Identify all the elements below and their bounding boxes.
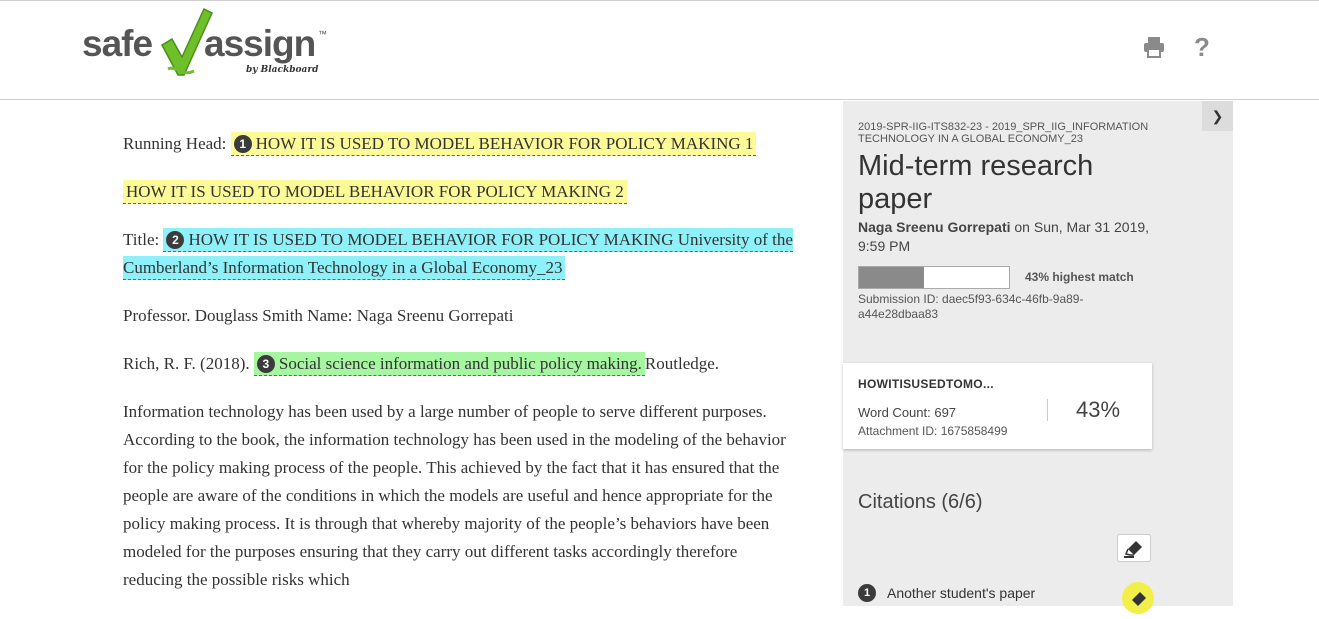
match-highlight-1b[interactable]: HOW IT IS USED TO MODEL BEHAVIOR FOR POL… — [123, 180, 627, 204]
match-progress-fill — [859, 267, 924, 288]
author-name: Naga Sreenu Gorrepati — [858, 219, 1011, 235]
title-label: Title: — [123, 230, 160, 249]
match-text-2: HOW IT IS USED TO MODEL BEHAVIOR FOR POL… — [123, 230, 793, 277]
toggle-highlights-button[interactable] — [1117, 534, 1151, 562]
match-highlight-3[interactable]: 3 Social science information and public p… — [253, 352, 645, 376]
logo-subtitle: by Blackboard — [246, 65, 319, 75]
match-highlight-1[interactable]: 1 HOW IT IS USED TO MODEL BEHAVIOR FOR PO… — [230, 132, 757, 156]
citation-highlight-button[interactable] — [1122, 582, 1154, 614]
professor-line: Professor. Douglass Smith Name: Naga Sre… — [123, 306, 514, 325]
attachment-id: Attachment ID: 1675858499 — [858, 424, 1008, 438]
match-text-3: Social science information and public po… — [278, 354, 642, 373]
word-count: Word Count: 697 — [858, 405, 957, 420]
collapse-panel-button[interactable]: ❯ — [1202, 101, 1233, 131]
attachment-card[interactable]: HOWITISUSEDTOMO... Word Count: 697 Attac… — [843, 363, 1152, 449]
document-viewer: Running Head: 1 HOW IT IS USED TO MODEL B… — [123, 130, 793, 614]
logo-text-left: safe — [82, 23, 153, 64]
reference-prefix: Rich, R. F. (2018). — [123, 354, 250, 373]
highlighter-icon — [1132, 592, 1146, 606]
match-number-3: 3 — [256, 355, 275, 373]
submission-id: Submission ID: daec5f93-634c-46fb-9a89-a… — [858, 292, 1084, 321]
citations-heading: Citations (6/6) — [858, 491, 983, 513]
heading-line-2: HOW IT IS USED TO MODEL BEHAVIOR FOR POL… — [123, 178, 793, 206]
highest-match-label: 43% highest match — [1025, 270, 1134, 284]
reference-line: Rich, R. F. (2018). 3 Social science info… — [123, 350, 793, 378]
logo-text-right: assign — [204, 23, 316, 64]
match-progress-bar — [858, 266, 1010, 289]
chevron-right-icon: ❯ — [1211, 108, 1224, 124]
match-text-1: HOW IT IS USED TO MODEL BEHAVIOR FOR POL… — [255, 134, 754, 153]
course-name: 2019-SPR-IIG-ITS832-23 - 2019_SPR_IIG_IN… — [858, 121, 1149, 145]
match-highlight-2[interactable]: 2 HOW IT IS USED TO MODEL BEHAVIOR FOR PO… — [123, 228, 793, 280]
print-button[interactable] — [1140, 33, 1168, 61]
author-line: Naga Sreenu Gorrepati on Sun, Mar 31 201… — [858, 218, 1158, 256]
highlighter-icon — [1124, 541, 1142, 558]
reference-suffix: Routledge. — [644, 354, 720, 373]
title-line: Title: 2 HOW IT IS USED TO MODEL BEHAVIOR… — [123, 226, 793, 282]
citation-number-1: 1 — [858, 584, 876, 602]
running-head-label: Running Head: — [123, 134, 227, 153]
top-bar: safe assign ™ by Blackboard ? — [0, 0, 1319, 100]
printer-icon — [1144, 37, 1164, 58]
citation-source-label[interactable]: Another student's paper — [887, 585, 1035, 601]
body-paragraph: Information technology has been used by … — [123, 402, 786, 589]
attachment-name: HOWITISUSEDTOMO... — [858, 377, 994, 391]
match-number-2: 2 — [166, 231, 185, 249]
card-divider — [1047, 399, 1048, 421]
help-button[interactable]: ? — [1188, 33, 1216, 61]
attachment-match-percent: 43% — [1076, 397, 1121, 422]
logo-tm: ™ — [318, 29, 327, 39]
match-number-1: 1 — [233, 135, 252, 153]
running-head-line: Running Head: 1 HOW IT IS USED TO MODEL B… — [123, 130, 793, 158]
safeassign-logo: safe assign ™ by Blackboard — [82, 5, 342, 85]
paper-title: Mid-term research paper — [858, 150, 1094, 215]
